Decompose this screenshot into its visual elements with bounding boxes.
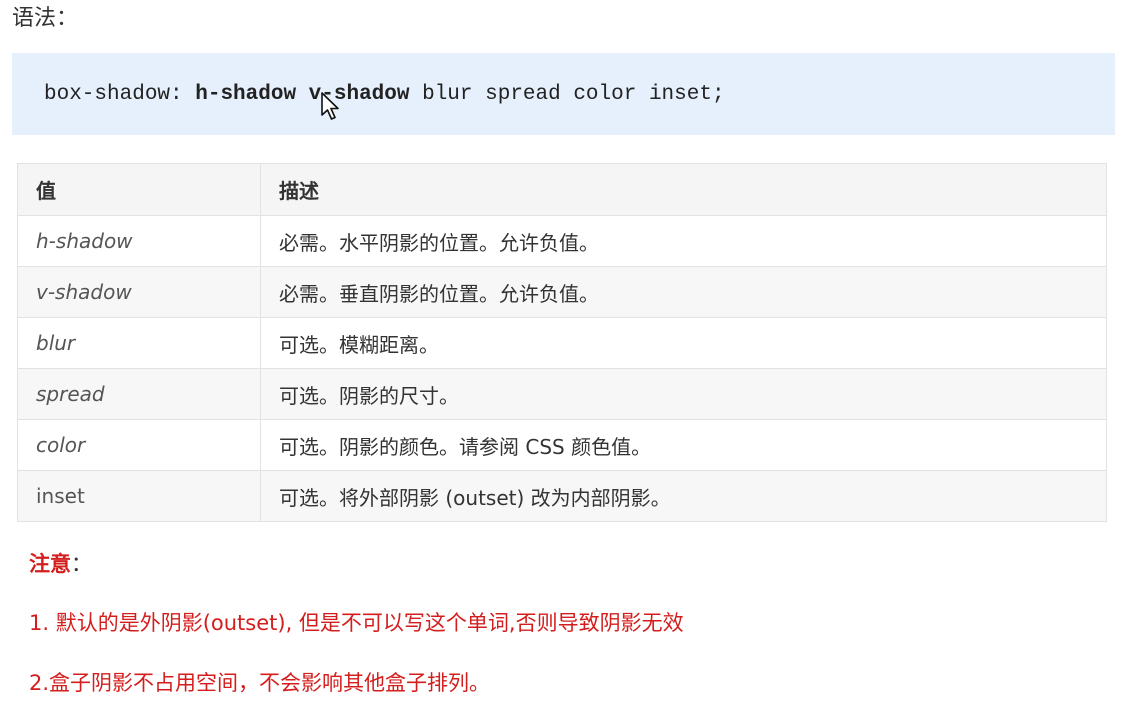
row-value: h-shadow: [17, 215, 261, 267]
note-line-1: 1. 默认的是外阴影(outset), 但是不可以写这个单词,否则导致阴影无效: [29, 611, 684, 635]
table-row: h-shadow 必需。水平阴影的位置。允许负值。: [17, 215, 1107, 267]
row-description: 可选。阴影的尺寸。: [260, 368, 1107, 420]
row-description: 可选。将外部阴影 (outset) 改为内部阴影。: [260, 470, 1107, 522]
row-description: 必需。垂直阴影的位置。允许负值。: [260, 266, 1107, 318]
mouse-pointer-icon: [321, 92, 339, 120]
table-row: v-shadow 必需。垂直阴影的位置。允许负值。: [17, 266, 1107, 318]
row-value: inset: [17, 470, 261, 522]
table-row: spread 可选。阴影的尺寸。: [17, 368, 1107, 420]
row-value: color: [17, 419, 261, 471]
row-value: v-shadow: [17, 266, 261, 318]
note-line-2: 2.盒子阴影不占用空间，不会影响其他盒子排列。: [29, 671, 491, 695]
header-description: 描述: [260, 163, 1107, 216]
row-description: 可选。模糊距离。: [260, 317, 1107, 369]
table-row: inset 可选。将外部阴影 (outset) 改为内部阴影。: [17, 470, 1107, 522]
table-row: blur 可选。模糊距离。: [17, 317, 1107, 369]
row-description: 必需。水平阴影的位置。允许负值。: [260, 215, 1107, 267]
note-title: 注意：: [29, 549, 92, 579]
code-block: box-shadow: h-shadow v-shadow blur sprea…: [12, 53, 1115, 135]
note-title-colon: ：: [71, 552, 92, 576]
row-value: spread: [17, 368, 261, 420]
table-header-row: 值 描述: [17, 163, 1107, 216]
row-description: 可选。阴影的颜色。请参阅 CSS 颜色值。: [260, 419, 1107, 471]
code-prefix: box-shadow:: [44, 82, 196, 106]
code-rest: blur spread color inset;: [409, 82, 725, 106]
note-title-text: 注意: [29, 552, 71, 576]
table-row: color 可选。阴影的颜色。请参阅 CSS 颜色值。: [17, 419, 1107, 471]
header-value: 值: [17, 163, 261, 216]
code-h-shadow: h-shadow: [195, 82, 297, 106]
row-value: blur: [17, 317, 261, 369]
property-table: 值 描述 h-shadow 必需。水平阴影的位置。允许负值。 v-shadow …: [17, 163, 1107, 522]
syntax-heading: 语法：: [12, 6, 79, 31]
